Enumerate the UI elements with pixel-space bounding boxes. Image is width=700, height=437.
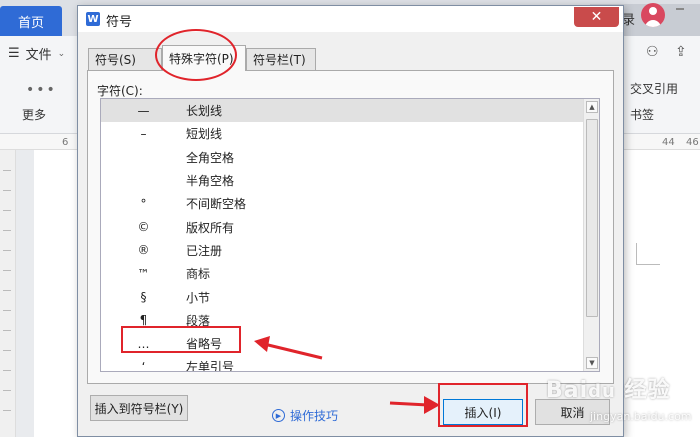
- share-icon[interactable]: ⇪: [675, 44, 687, 60]
- character-symbol: ®: [137, 243, 150, 258]
- scroll-down-icon[interactable]: ▼: [586, 357, 598, 369]
- list-item[interactable]: ® 已注册: [101, 239, 583, 262]
- characters-label: 字符(C):: [97, 84, 143, 98]
- close-button[interactable]: ✕: [574, 7, 619, 27]
- character-symbol: ¶: [139, 313, 148, 328]
- add-user-icon[interactable]: ⚇: [646, 44, 659, 60]
- character-symbol: …: [137, 336, 150, 351]
- character-name: 半角空格: [186, 174, 235, 189]
- wps-writer-icon: W: [86, 12, 100, 26]
- character-name: 小节: [186, 290, 211, 305]
- watermark-url: jingyan.baidu.com: [590, 410, 692, 423]
- character-name: 省略号: [186, 337, 223, 352]
- character-symbol: –: [140, 126, 147, 141]
- character-name: 左单引号: [186, 360, 235, 372]
- character-symbol: ‘: [141, 359, 146, 372]
- ruler-mark: 6: [62, 137, 69, 148]
- scroll-up-icon[interactable]: ▲: [586, 101, 598, 113]
- list-scrollbar[interactable]: ▲ ▼: [583, 99, 599, 371]
- ruler-mark: 46: [686, 137, 699, 148]
- character-symbol: —: [137, 103, 150, 118]
- baidu-watermark: Baidu 经验: [546, 378, 671, 403]
- symbol-dialog: W 符号 ✕ 符号(S) 特殊字符(P) 符号栏(T) 字符(C): — 长划线 –…: [77, 5, 624, 437]
- character-name: 全角空格: [186, 150, 235, 165]
- character-name: 版权所有: [186, 220, 235, 235]
- dialog-titlebar[interactable]: W 符号 ✕: [78, 6, 623, 32]
- more-dots-icon: •••: [26, 82, 57, 98]
- tab-symbols[interactable]: 符号(S): [88, 48, 162, 70]
- tips-link[interactable]: ▶ 操作技巧: [272, 407, 338, 424]
- special-character-list[interactable]: — 长划线 – 短划线全角空格半角空格 ° 不间断空格 © 版权所有 ® 已注册 ™ 商标 § 小节 ¶ 段落…: [100, 98, 600, 372]
- list-item[interactable]: © 版权所有: [101, 215, 583, 238]
- list-item[interactable]: 全角空格: [101, 146, 583, 169]
- list-item[interactable]: – 短划线: [101, 122, 583, 145]
- list-item[interactable]: ‘ 左单引号: [101, 355, 583, 372]
- character-name: 短划线: [186, 127, 223, 142]
- character-name: 段落: [186, 313, 211, 328]
- play-icon: ▶: [272, 409, 285, 422]
- file-menu-label: 文件: [25, 48, 52, 63]
- character-name: 长划线: [186, 104, 223, 119]
- list-item[interactable]: … 省略号: [101, 332, 583, 355]
- character-list-body: — 长划线 – 短划线全角空格半角空格 ° 不间断空格 © 版权所有 ® 已注册 ™ 商标 § 小节 ¶ 段落…: [101, 99, 583, 372]
- character-name: 已注册: [186, 243, 223, 258]
- list-item[interactable]: ™ 商标: [101, 262, 583, 285]
- insert-button[interactable]: 插入(I): [443, 399, 523, 425]
- user-avatar[interactable]: [641, 3, 665, 27]
- list-item[interactable]: § 小节: [101, 285, 583, 308]
- cross-reference-button[interactable]: 交叉引用: [630, 80, 678, 97]
- scroll-thumb[interactable]: [586, 119, 598, 317]
- vertical-ruler: [0, 150, 16, 437]
- character-name: 商标: [186, 267, 211, 282]
- character-symbol: ©: [137, 220, 150, 235]
- tips-label: 操作技巧: [290, 409, 339, 423]
- bookmark-button[interactable]: 书签: [630, 106, 654, 123]
- list-item[interactable]: — 长划线: [101, 99, 583, 123]
- list-item[interactable]: ° 不间断空格: [101, 192, 583, 215]
- ruler-mark: 44: [662, 137, 675, 148]
- list-item[interactable]: 半角空格: [101, 169, 583, 192]
- dialog-title: 符号: [106, 15, 133, 30]
- insert-to-toolbar-button[interactable]: 插入到符号栏(Y): [90, 395, 188, 421]
- home-tab[interactable]: 首页: [0, 6, 62, 36]
- chevron-down-icon: ⌄: [57, 48, 66, 59]
- character-symbol: ™: [137, 266, 150, 281]
- more-button[interactable]: 更多: [22, 106, 46, 123]
- tab-special-characters[interactable]: 特殊字符(P): [162, 45, 246, 71]
- list-item[interactable]: ¶ 段落: [101, 309, 583, 332]
- character-symbol: §: [140, 290, 147, 305]
- character-name: 不间断空格: [186, 197, 247, 212]
- close-icon: ✕: [590, 9, 603, 25]
- menu-icon: ☰: [8, 46, 20, 61]
- character-symbol: °: [140, 196, 147, 211]
- page-corner-mark: [636, 243, 660, 265]
- file-menu[interactable]: ☰ 文件 ⌄: [8, 44, 65, 63]
- tab-symbol-bar[interactable]: 符号栏(T): [246, 48, 316, 70]
- minimize-icon[interactable]: [676, 8, 684, 10]
